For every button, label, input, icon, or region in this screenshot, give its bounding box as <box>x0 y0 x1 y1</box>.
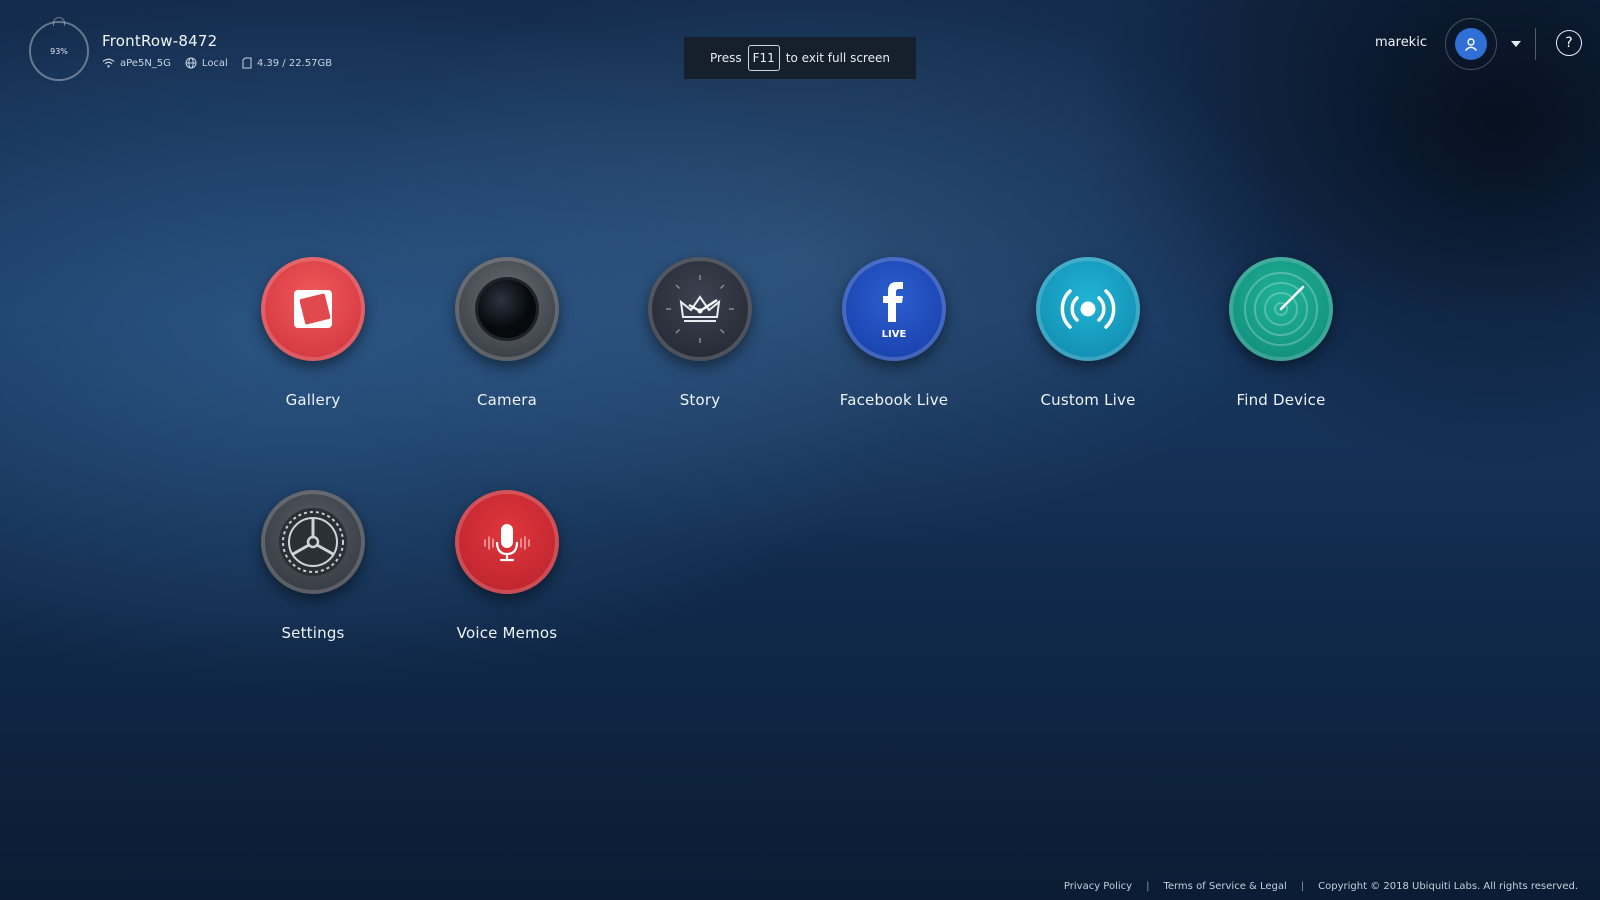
device-meta: aPe5N_5G Local 4.39 / 22.57GB <box>102 57 332 69</box>
device-battery-ring: 93% <box>29 17 89 81</box>
header-divider <box>1535 28 1536 60</box>
lanyard-loop <box>53 17 65 26</box>
app-custom-live[interactable]: Custom Live <box>1008 257 1168 409</box>
footer: Privacy Policy | Terms of Service & Lega… <box>1064 881 1578 892</box>
app-label: Find Device <box>1236 391 1326 409</box>
app-camera[interactable]: Camera <box>427 257 587 409</box>
gear-icon <box>261 490 365 594</box>
network-status: Local <box>185 57 228 69</box>
wifi-ssid: aPe5N_5G <box>120 57 171 69</box>
user-avatar-button[interactable] <box>1445 18 1497 70</box>
wifi-icon <box>102 58 115 68</box>
app-label: Voice Memos <box>456 624 558 642</box>
app-story[interactable]: Story <box>620 257 780 409</box>
fullscreen-hint-suffix: to exit full screen <box>785 51 890 65</box>
facebook-live-badge: LIVE <box>882 329 907 340</box>
fullscreen-key: F11 <box>747 45 780 71</box>
terms-link[interactable]: Terms of Service & Legal <box>1163 881 1286 892</box>
app-label: Gallery <box>285 391 341 409</box>
user-icon <box>1464 38 1478 51</box>
privacy-policy-link[interactable]: Privacy Policy <box>1064 881 1132 892</box>
footer-separator: | <box>1146 881 1150 892</box>
fullscreen-hint: Press F11 to exit full screen <box>684 37 916 79</box>
camera-icon <box>455 257 559 361</box>
facebook-live-icon: LIVE <box>842 257 946 361</box>
app-label: Settings <box>281 624 345 642</box>
globe-icon <box>185 57 197 69</box>
radar-icon <box>1229 257 1333 361</box>
app-label: Camera <box>476 391 538 409</box>
sd-card-icon <box>242 57 252 69</box>
story-icon <box>648 257 752 361</box>
app-find-device[interactable]: Find Device <box>1201 257 1361 409</box>
storage-status: 4.39 / 22.57GB <box>242 57 332 69</box>
storage-usage: 4.39 / 22.57GB <box>256 57 333 69</box>
broadcast-icon <box>1036 257 1140 361</box>
network-mode: Local <box>201 57 228 69</box>
device-name: FrontRow-8472 <box>102 32 218 50</box>
gallery-icon <box>261 257 365 361</box>
app-label: Custom Live <box>1040 391 1136 409</box>
app-gallery[interactable]: Gallery <box>233 257 393 409</box>
copyright-text: Copyright © 2018 Ubiquiti Labs. All righ… <box>1318 881 1578 892</box>
wifi-status: aPe5N_5G <box>102 58 171 69</box>
app-voice-memos[interactable]: Voice Memos <box>427 490 587 642</box>
app-label: Facebook Live <box>839 391 949 409</box>
help-button[interactable]: ? <box>1556 30 1582 56</box>
user-menu-caret-icon[interactable] <box>1511 41 1521 47</box>
microphone-icon <box>455 490 559 594</box>
username[interactable]: marekic <box>1375 35 1427 50</box>
avatar <box>1455 28 1487 60</box>
app-settings[interactable]: Settings <box>233 490 393 642</box>
app-label: Story <box>679 391 721 409</box>
app-facebook-live[interactable]: LIVE Facebook Live <box>814 257 974 409</box>
footer-separator: | <box>1300 881 1305 892</box>
battery-percentage: 93% <box>50 46 68 56</box>
fullscreen-hint-prefix: Press <box>710 51 742 65</box>
